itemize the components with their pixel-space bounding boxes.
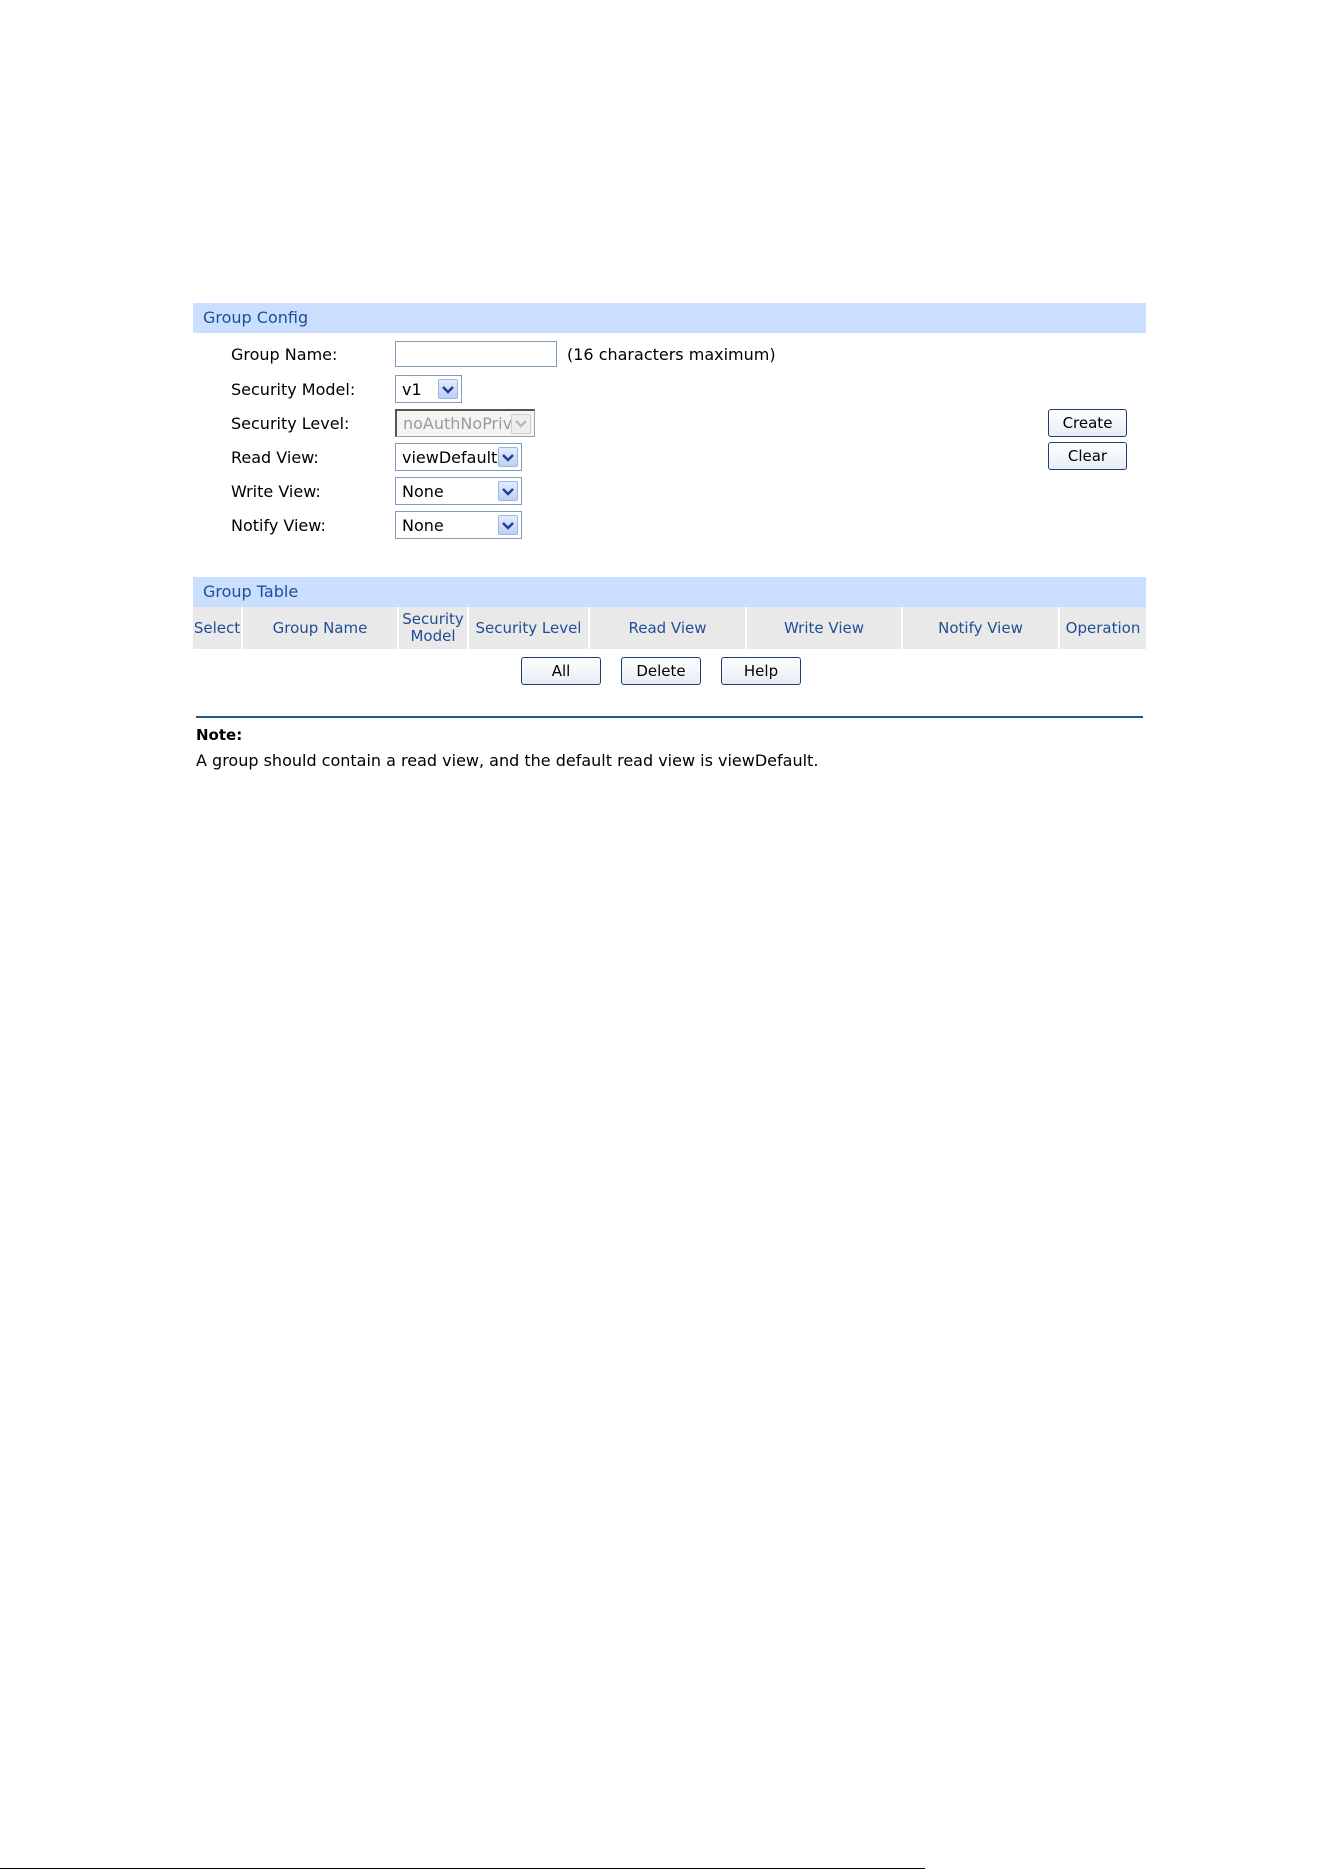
security-level-row: Security Level: noAuthNoPriv (231, 408, 535, 438)
notify-view-label: Notify View: (231, 515, 326, 535)
note-divider (196, 716, 1143, 718)
write-view-row: Write View: None (231, 476, 522, 506)
chevron-down-icon (498, 515, 518, 535)
clear-button[interactable]: Clear (1048, 442, 1127, 470)
write-view-label: Write View: (231, 481, 321, 501)
read-view-value: viewDefault (402, 447, 498, 467)
group-name-label: Group Name: (231, 344, 338, 364)
page-footer-rule (0, 1868, 925, 1869)
group-config-panel: Group Config (193, 303, 1146, 333)
security-level-value: noAuthNoPriv (403, 414, 511, 433)
read-view-row: Read View: viewDefault (231, 442, 522, 472)
write-view-value: None (402, 481, 444, 501)
note-title: Note: (196, 726, 243, 744)
column-header-security-level: Security Level (469, 607, 590, 649)
column-header-operation: Operation (1060, 607, 1146, 649)
chevron-down-icon (498, 481, 518, 501)
group-name-hint: (16 characters maximum) (567, 344, 776, 364)
create-button[interactable]: Create (1048, 409, 1127, 437)
group-name-input[interactable] (395, 341, 557, 367)
column-header-notify-view: Notify View (903, 607, 1060, 649)
notify-view-value: None (402, 515, 444, 535)
security-level-label: Security Level: (231, 413, 350, 433)
group-table-header: Group Table (193, 577, 1146, 607)
security-model-select[interactable]: v1 (395, 375, 462, 403)
read-view-select[interactable]: viewDefault (395, 443, 522, 471)
read-view-label: Read View: (231, 447, 319, 467)
group-config-header: Group Config (193, 303, 1146, 333)
select-all-button[interactable]: All (521, 657, 601, 685)
chevron-down-icon (498, 447, 518, 467)
notify-view-select[interactable]: None (395, 511, 522, 539)
group-table-panel: Group Table Select Group Name Security M… (193, 577, 1146, 649)
group-table-column-headers: Select Group Name Security Model Securit… (193, 607, 1146, 649)
column-header-select: Select (193, 607, 243, 649)
column-header-group-name: Group Name (243, 607, 399, 649)
group-name-row: Group Name: (16 characters maximum) (231, 339, 776, 369)
column-header-write-view: Write View (747, 607, 903, 649)
security-model-label: Security Model: (231, 379, 356, 399)
chevron-down-icon (438, 379, 458, 399)
write-view-select[interactable]: None (395, 477, 522, 505)
notify-view-row: Notify View: None (231, 510, 522, 540)
delete-button[interactable]: Delete (621, 657, 701, 685)
group-config-form: Group Name: (16 characters maximum) Secu… (193, 333, 1146, 553)
chevron-down-icon (511, 413, 531, 434)
column-header-read-view: Read View (590, 607, 747, 649)
security-level-select: noAuthNoPriv (395, 409, 535, 437)
note-text: A group should contain a read view, and … (196, 751, 819, 770)
column-header-security-model-line2: Model (410, 627, 456, 645)
security-model-value: v1 (402, 379, 422, 399)
column-header-security-model: Security Model (399, 607, 469, 649)
column-header-security-model-line1: Security (402, 610, 464, 628)
help-button[interactable]: Help (721, 657, 801, 685)
security-model-row: Security Model: v1 (231, 374, 462, 404)
